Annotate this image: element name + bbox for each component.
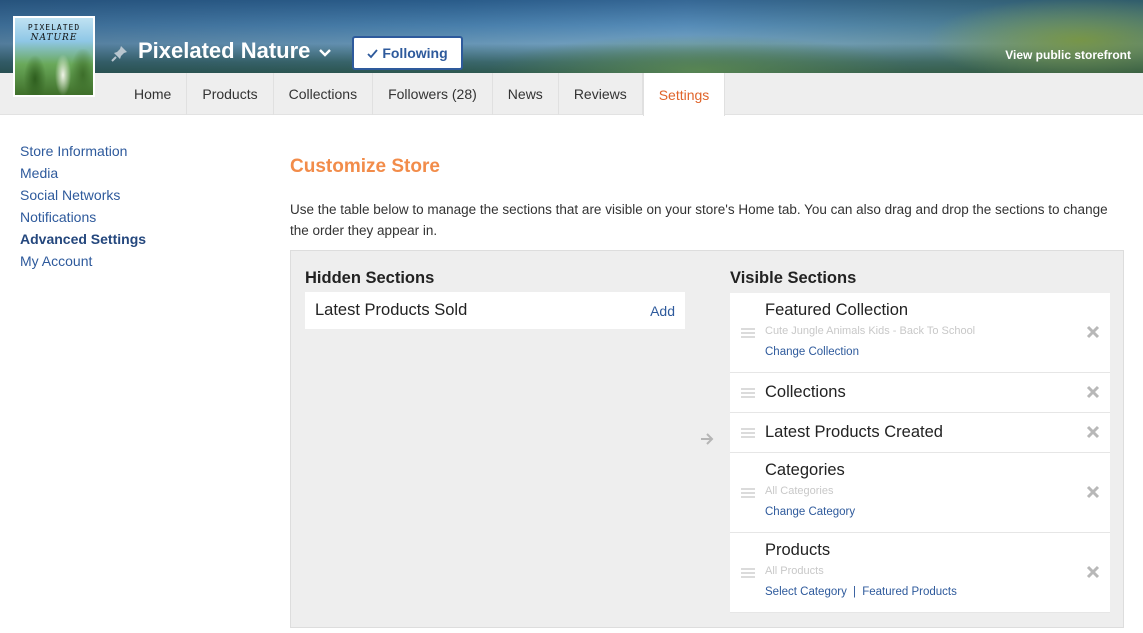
chevron-down-icon [319,48,332,57]
arrow-right-icon [701,433,714,445]
visible-sections-heading: Visible Sections [730,269,857,287]
sidebar-item-social-networks[interactable]: Social Networks [20,184,146,206]
logo-line1: PIXELATED [27,23,81,32]
store-name-dropdown[interactable]: Pixelated Nature [138,38,332,64]
add-section-link[interactable]: Add [650,303,675,319]
drag-handle-icon[interactable] [741,568,755,578]
tab-products[interactable]: Products [187,73,274,115]
sidebar-item-media[interactable]: Media [20,162,146,184]
drag-handle-icon[interactable] [741,488,755,498]
change-collection-link[interactable]: Change Collection [765,346,859,358]
store-logo[interactable]: PIXELATED NATURE [13,16,95,97]
hidden-section-label: Latest Products Sold [315,301,468,319]
pin-icon[interactable] [111,44,129,62]
visible-section-item[interactable]: Products All Products Select Category | … [730,533,1110,613]
section-links: Change Collection [765,346,859,358]
sections-panel: Hidden Sections Visible Sections Latest … [290,250,1124,628]
section-subtitle: All Categories [765,485,834,497]
tab-reviews[interactable]: Reviews [559,73,643,115]
logo-line2: NATURE [30,33,78,43]
sidebar-item-notifications[interactable]: Notifications [20,206,146,228]
section-title: Collections [765,383,846,401]
store-name: Pixelated Nature [138,38,311,63]
featured-products-link[interactable]: Featured Products [862,586,957,598]
sidebar-item-my-account[interactable]: My Account [20,250,146,272]
tab-followers[interactable]: Followers (28) [373,73,493,115]
drag-handle-icon[interactable] [741,328,755,338]
tab-news[interactable]: News [493,73,559,115]
page-title: Customize Store [290,156,440,177]
close-icon[interactable] [1086,565,1100,579]
section-subtitle: Cute Jungle Animals Kids - Back To Schoo… [765,325,976,337]
link-separator: | [853,586,857,598]
tab-collections[interactable]: Collections [274,73,374,115]
visible-sections-list: Featured Collection Cute Jungle Animals … [730,293,1110,613]
tabs-bar: Home Products Collections Followers (28)… [0,73,1143,116]
change-category-link[interactable]: Change Category [765,506,855,518]
section-title: Latest Products Created [765,423,943,441]
settings-sidebar: Store Information Media Social Networks … [20,140,146,272]
following-label: Following [382,45,448,61]
sidebar-item-store-information[interactable]: Store Information [20,140,146,162]
section-links: Select Category | Featured Products [765,586,957,598]
intro-text: Use the table below to manage the sectio… [290,202,1108,238]
following-button[interactable]: Following [352,36,463,70]
logo-text: PIXELATED NATURE [15,22,93,44]
drag-handle-icon[interactable] [741,428,755,438]
section-title: Products [765,541,831,559]
section-title: Categories [765,461,845,479]
close-icon[interactable] [1086,485,1100,499]
hidden-section-item[interactable]: Latest Products Sold Add [305,292,685,329]
visible-section-item[interactable]: Collections [730,373,1110,413]
tab-settings[interactable]: Settings [642,73,726,116]
visible-section-item[interactable]: Featured Collection Cute Jungle Animals … [730,293,1110,373]
close-icon[interactable] [1086,325,1100,339]
view-public-storefront-link[interactable]: View public storefront [1005,48,1131,62]
store-tabs: Home Products Collections Followers (28)… [119,73,726,116]
section-title: Featured Collection [765,301,909,319]
visible-section-item[interactable]: Categories All Categories Change Categor… [730,453,1110,533]
visible-section-item[interactable]: Latest Products Created [730,413,1110,453]
close-icon[interactable] [1086,385,1100,399]
section-subtitle: All Products [765,565,824,577]
sidebar-item-advanced-settings[interactable]: Advanced Settings [20,228,146,250]
drag-handle-icon[interactable] [741,388,755,398]
close-icon[interactable] [1086,425,1100,439]
check-icon [367,48,379,58]
logo-image [15,48,93,95]
tab-home[interactable]: Home [119,73,188,115]
section-links: Change Category [765,506,855,518]
select-category-link[interactable]: Select Category [765,586,847,598]
hidden-sections-heading: Hidden Sections [305,269,435,287]
